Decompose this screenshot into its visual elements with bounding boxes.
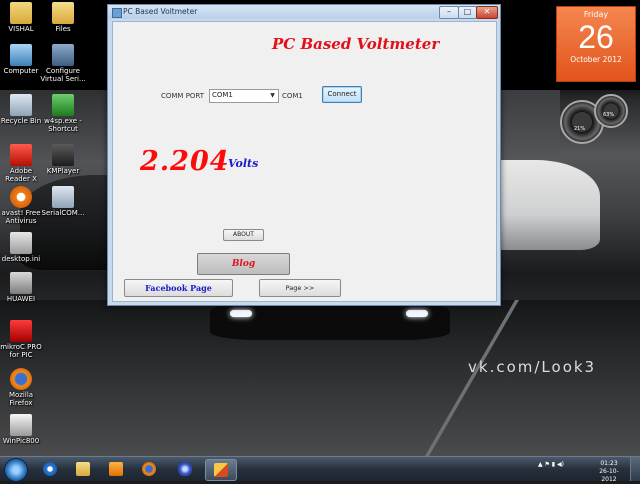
window-titlebar[interactable]: PC Based Voltmeter – □ ✕ — [108, 5, 500, 19]
maximize-button[interactable]: □ — [458, 6, 477, 19]
desktop-icon-serialcom[interactable]: SerialCOM... — [39, 186, 87, 217]
clock-time: 01:23 — [600, 460, 618, 467]
wallpaper-watermark: vk.com/Look3 — [468, 358, 597, 376]
wallpaper-car-front — [210, 300, 450, 340]
about-button[interactable]: ABOUT — [223, 229, 264, 241]
kmplayer-icon — [52, 144, 74, 166]
avast-icon — [10, 186, 32, 208]
start-button[interactable] — [4, 458, 28, 482]
voltmeter-app-icon — [214, 463, 228, 477]
calendar-weekday: Friday — [583, 10, 609, 19]
internet-explorer-icon — [43, 462, 57, 476]
taskbar-ie[interactable] — [35, 459, 65, 479]
memory-percent: 63% — [603, 112, 615, 118]
mikroc-icon — [10, 320, 32, 342]
serial-monitor-icon — [52, 186, 74, 208]
comm-port-label: COMM PORT — [161, 92, 205, 100]
memory-gauge-icon — [594, 94, 628, 128]
app-title: PC Based Voltmeter — [272, 35, 440, 53]
minimize-button[interactable]: – — [439, 6, 459, 19]
taskbar-voltmeter-app[interactable] — [205, 459, 237, 481]
desktop-icon-firefox[interactable]: Mozilla Firefox — [0, 368, 45, 407]
settings-file-icon — [10, 232, 32, 254]
next-page-button[interactable]: Page >> — [259, 279, 341, 297]
close-button[interactable]: ✕ — [476, 6, 498, 19]
headlight — [230, 310, 252, 317]
taskbar-firefox[interactable] — [134, 459, 164, 479]
voltage-reading: 2.204 — [140, 146, 230, 177]
desktop-icon-label: Files — [55, 25, 71, 33]
comm-port-select[interactable]: COM1 ▼ — [209, 89, 279, 103]
desktop-icon-label: WinPic800 — [2, 437, 40, 445]
calendar-month-year: October 2012 — [570, 55, 622, 64]
desktop-icon-huawei[interactable]: HUAWEI — [0, 272, 45, 303]
desktop-icon-mikroc[interactable]: mikroC PRO for PIC — [0, 320, 45, 359]
folder-icon — [76, 462, 90, 476]
calendar-gadget[interactable]: Friday 26 October 2012 — [556, 6, 636, 82]
window-title: PC Based Voltmeter — [123, 7, 198, 16]
cpu-meter-gadget[interactable]: 21% 63% — [558, 94, 638, 154]
desktop-icon-label: mikroC PRO for PIC — [0, 343, 42, 359]
desktop-icon-label: Configure Virtual Seri... — [40, 67, 86, 83]
app-icon — [112, 8, 122, 18]
desktop-icon-kmplayer[interactable]: KMPlayer — [39, 144, 87, 175]
recycle-bin-icon — [10, 94, 32, 116]
taskbar-media-player[interactable] — [101, 459, 131, 479]
calendar-day: 26 — [578, 19, 614, 55]
system-tray[interactable]: ▲ ⚑ ▮ ◀) — [538, 461, 564, 468]
comm-port-value: COM1 — [212, 91, 233, 99]
window-client-area: PC Based Voltmeter COMM PORT COM1 ▼ COM1… — [112, 21, 497, 302]
desktop-icon-label: desktop.ini — [1, 255, 41, 263]
firefox-icon — [10, 368, 32, 390]
media-player-icon — [109, 462, 123, 476]
desktop-icon-label: w4sp.exe - Shortcut — [44, 117, 82, 133]
taskbar-loop-app[interactable] — [170, 459, 200, 479]
user-folder-icon — [10, 2, 32, 24]
adobe-reader-icon — [10, 144, 32, 166]
winpic800-icon — [10, 414, 32, 436]
desktop-icon-desktop-ini[interactable]: desktop.ini — [0, 232, 45, 263]
firefox-icon — [142, 462, 156, 476]
voltmeter-window[interactable]: PC Based Voltmeter – □ ✕ PC Based Voltme… — [107, 4, 501, 306]
headlight — [406, 310, 428, 317]
serial-port-icon — [52, 44, 74, 66]
huawei-icon — [10, 272, 32, 294]
voltage-unit: Volts — [228, 157, 259, 170]
desktop-icon-files[interactable]: Files — [39, 2, 87, 33]
chevron-down-icon[interactable]: ▼ — [267, 90, 278, 102]
taskbar-clock[interactable]: 01:23 26-10-2012 — [594, 460, 624, 484]
show-desktop-button[interactable] — [630, 457, 640, 481]
desktop-icon-label: Mozilla Firefox — [8, 391, 34, 407]
folder-icon — [52, 2, 74, 24]
connect-button[interactable]: Connect — [322, 86, 362, 103]
shortcut-icon — [52, 94, 74, 116]
desktop-icon-label: SerialCOM... — [41, 209, 85, 217]
cpu-percent: 21% — [574, 126, 586, 132]
clock-date: 26-10-2012 — [599, 468, 619, 483]
facebook-page-button[interactable]: Facebook Page — [124, 279, 233, 297]
taskbar-explorer[interactable] — [68, 459, 98, 479]
computer-icon — [10, 44, 32, 66]
desktop-icon-configure-virtual-serial[interactable]: Configure Virtual Seri... — [39, 44, 87, 83]
desktop-icon-label: HUAWEI — [6, 295, 36, 303]
taskbar: ▲ ⚑ ▮ ◀) 01:23 26-10-2012 — [0, 456, 640, 484]
desktop-icon-label: KMPlayer — [46, 167, 80, 175]
desktop-icon-winpic800[interactable]: WinPic800 — [0, 414, 45, 445]
loop-icon — [178, 462, 192, 476]
desktop-icon-w4sp-shortcut[interactable]: w4sp.exe - Shortcut — [39, 94, 87, 133]
selected-port-text: COM1 — [282, 92, 303, 100]
blog-button[interactable]: Blog — [197, 253, 290, 275]
